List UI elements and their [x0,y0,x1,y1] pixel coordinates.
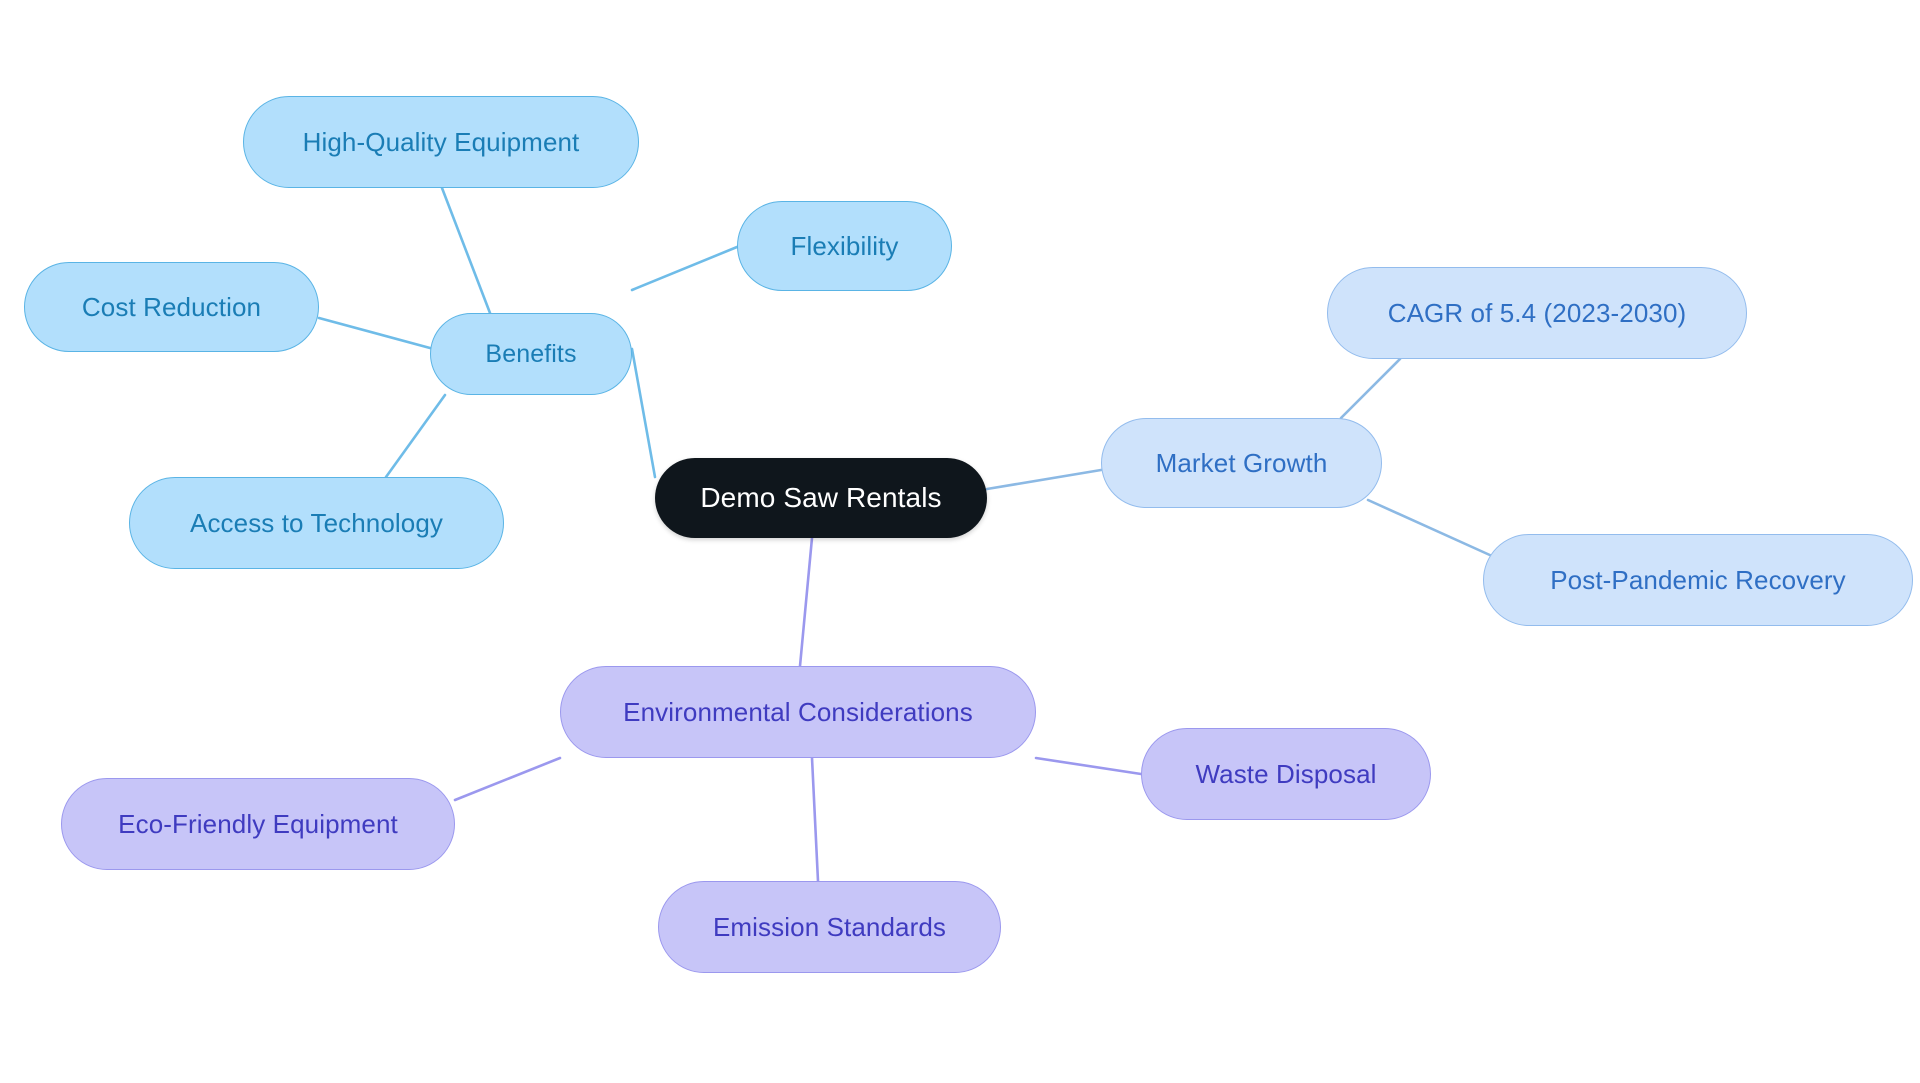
edge-benefits-to-cost_reduction [317,316,432,350]
node-emission-standards[interactable]: Emission Standards [658,881,1001,973]
edge-market_growth-to-post_pandemic_recovery [1366,498,1494,558]
edge-benefits-to-flexibility [630,245,739,292]
node-environmental-considerations[interactable]: Environmental Considerations [560,666,1036,758]
node-label-market-growth: Market Growth [1155,448,1328,478]
node-label-cost-reduction: Cost Reduction [81,292,262,322]
node-label-root: Demo Saw Rentals [700,482,942,513]
node-label-waste-disposal: Waste Disposal [1195,759,1377,789]
node-label-eco-friendly-equipment: Eco-Friendly Equipment [118,809,398,839]
node-post-pandemic-recovery[interactable]: Post-Pandemic Recovery [1483,534,1913,626]
node-label-emission-standards: Emission Standards [712,912,947,942]
node-label-post-pandemic-recovery: Post-Pandemic Recovery [1550,565,1846,595]
node-root[interactable]: Demo Saw Rentals [655,458,987,538]
node-flexibility[interactable]: Flexibility [737,201,952,291]
edge-environmental_considerations-to-eco_friendly_equipment [453,756,562,802]
edge-benefits-to-high_quality_equipment [440,186,492,315]
node-high-quality-equipment[interactable]: High-Quality Equipment [243,96,639,188]
node-cagr[interactable]: CAGR of 5.4 (2023-2030) [1327,267,1747,359]
edge-environmental_considerations-to-emission_standards [810,756,820,883]
node-label-benefits: Benefits [485,339,577,368]
node-market-growth[interactable]: Market Growth [1101,418,1382,508]
edge-root-to-market_growth [985,468,1103,491]
node-cost-reduction[interactable]: Cost Reduction [24,262,319,352]
node-label-environmental-considerations: Environmental Considerations [623,697,973,727]
node-label-high-quality-equipment: High-Quality Equipment [302,127,580,157]
edge-benefits-to-access_to_technology [384,393,447,479]
edge-market_growth-to-cagr [1339,357,1402,420]
node-label-access-to-technology: Access to Technology [190,508,443,538]
node-benefits[interactable]: Benefits [430,313,632,395]
edge-environmental_considerations-to-waste_disposal [1034,756,1143,776]
edge-root-to-benefits [630,347,657,479]
node-label-flexibility: Flexibility [790,231,899,261]
mindmap-canvas: Demo Saw Rentals Benefits High-Quality Equ… [0,0,1920,1083]
node-access-to-technology[interactable]: Access to Technology [129,477,504,569]
edge-root-to-environmental_considerations [798,536,814,668]
node-label-cagr: CAGR of 5.4 (2023-2030) [1387,298,1687,328]
node-waste-disposal[interactable]: Waste Disposal [1141,728,1431,820]
node-eco-friendly-equipment[interactable]: Eco-Friendly Equipment [61,778,455,870]
